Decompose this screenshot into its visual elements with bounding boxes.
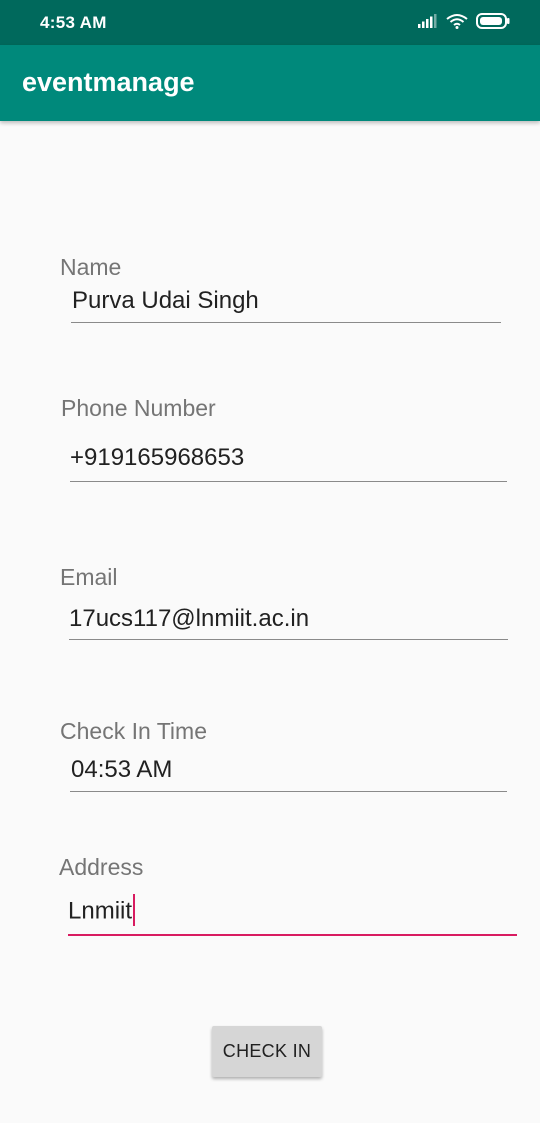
- phone-underline: [70, 481, 507, 482]
- text-cursor: [133, 894, 136, 926]
- address-value: Lnmiit: [68, 897, 133, 925]
- app-bar: eventmanage: [0, 45, 540, 121]
- app-title: eventmanage: [22, 67, 195, 97]
- phone-label: Phone Number: [61, 395, 216, 421]
- checkin-time-label: Check In Time: [60, 718, 207, 744]
- signal-icon: [418, 13, 438, 33]
- address-input[interactable]: Lnmiit: [68, 894, 136, 928]
- name-input[interactable]: Purva Udai Singh: [72, 287, 259, 315]
- status-bar: 4:53 AM: [0, 0, 540, 45]
- checkin-time-underline: [70, 791, 507, 792]
- email-label: Email: [60, 564, 118, 590]
- phone-input[interactable]: +919165968653: [70, 444, 244, 472]
- checkin-time-input[interactable]: 04:53 AM: [71, 756, 172, 784]
- wifi-icon: [446, 13, 468, 34]
- status-time: 4:53 AM: [40, 13, 107, 32]
- email-input[interactable]: 17ucs117@lnmiit.ac.in: [69, 605, 309, 633]
- name-label: Name: [60, 254, 122, 280]
- address-label: Address: [59, 854, 144, 880]
- battery-icon: [476, 12, 510, 34]
- email-underline: [69, 639, 508, 640]
- name-underline: [71, 322, 501, 323]
- address-underline: [68, 934, 517, 936]
- status-icons: [418, 12, 510, 34]
- checkin-button[interactable]: CHECK IN: [212, 1026, 322, 1077]
